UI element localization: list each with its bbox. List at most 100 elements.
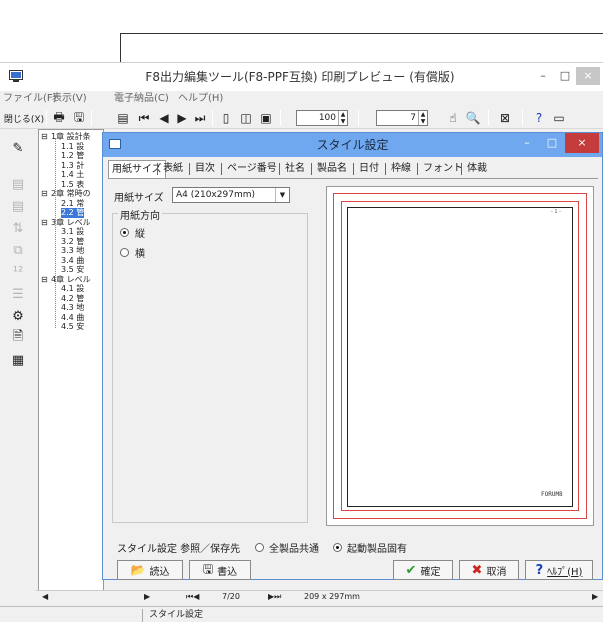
load-button[interactable]: 📂 読込 <box>117 560 183 580</box>
copy-icon[interactable]: ⧉ <box>7 240 29 260</box>
tab-3[interactable]: ページ番号 <box>224 160 280 178</box>
tree-item[interactable]: 4.5 安 <box>61 322 84 332</box>
two-page-icon[interactable]: ◫ <box>238 109 254 127</box>
tree-item[interactable]: 2.2 管 <box>61 208 85 218</box>
tree-item[interactable]: 4.3 地 <box>61 303 84 313</box>
page-nav-last-icon[interactable]: ▶⏭ <box>268 592 281 602</box>
print-icon[interactable]: 🖶 <box>50 109 68 127</box>
radio-portrait[interactable] <box>120 228 129 237</box>
single-page-icon[interactable]: ▯ <box>218 109 234 127</box>
menu-electronic-delivery[interactable]: 電子納品(C) <box>114 91 169 107</box>
cancel-button[interactable]: ✖ 取消 <box>459 560 519 580</box>
scroll-left-icon[interactable]: ◀ <box>42 592 48 601</box>
edit-pen-icon[interactable]: ✎ <box>7 138 29 158</box>
tree-item[interactable]: 3.4 曲 <box>61 256 84 266</box>
help-question-icon: ? <box>535 562 544 578</box>
tree-item[interactable]: 1.3 計 <box>61 161 84 171</box>
chapter-tree[interactable]: 1章 設計条 ⊟ 1.1 設 1.2 管 1.3 計 1.4 土 1.5 表 2章 常時の ⊟ 2… <box>38 129 104 599</box>
tree-item[interactable]: 1章 設計条 <box>51 132 91 142</box>
tree-collapse-icon[interactable]: ⊟ <box>41 275 48 285</box>
tree-item[interactable]: 4.2 管 <box>61 294 84 304</box>
tree-collapse-icon[interactable]: ⊟ <box>41 218 48 228</box>
maximize-button[interactable]: □ <box>556 67 574 85</box>
about-icon[interactable]: ▭ <box>550 109 568 127</box>
tab-separator <box>157 163 158 175</box>
tree-item[interactable]: 2章 常時の <box>51 189 91 199</box>
spin-arrows-icon[interactable]: ▲ ▼ <box>338 111 347 125</box>
tab-separator <box>417 163 418 175</box>
chevron-down-icon[interactable]: ▼ <box>275 188 289 202</box>
tab-1[interactable]: 表紙 <box>160 160 186 178</box>
dialog-close-button[interactable]: × <box>565 133 599 153</box>
close-window-button[interactable]: × <box>576 67 600 85</box>
orientation-landscape[interactable]: 横 <box>120 245 145 260</box>
document-icon[interactable]: 🗎 <box>7 328 29 348</box>
tree-item[interactable]: 3.3 地 <box>61 246 84 256</box>
save-button[interactable]: 🖫 書込 <box>189 560 251 580</box>
help-icon[interactable]: ? <box>530 109 548 127</box>
orientation-portrait[interactable]: 縦 <box>120 225 145 240</box>
style-ref-common[interactable]: 全製品共通 <box>255 540 319 555</box>
ok-button[interactable]: ✔ 確定 <box>393 560 453 580</box>
tree-item[interactable]: 3.1 設 <box>61 227 84 237</box>
settings-icon[interactable]: ⚙ <box>7 306 29 326</box>
menu-view[interactable]: 表示(V) <box>52 91 87 107</box>
tree-item[interactable]: 4章 レベル <box>51 275 91 285</box>
minimize-button[interactable]: – <box>532 67 554 85</box>
tree-item[interactable]: 2.1 常 <box>61 199 84 209</box>
hand-tool-icon[interactable]: ☝ <box>444 109 462 127</box>
tree-item[interactable]: 4.4 曲 <box>61 313 84 323</box>
table-icon[interactable]: ▦ <box>7 350 29 370</box>
radio-product[interactable] <box>333 543 342 552</box>
tab-5[interactable]: 製品名 <box>314 160 350 178</box>
horizontal-scrollbar[interactable]: ◀ ▶ ⏮◀ 7/20 ▶⏭ 209 x 297mm ▶ <box>36 590 603 604</box>
close-preview-button[interactable]: 閉じる(X) <box>3 109 45 127</box>
outline-icon[interactable]: ☰ <box>7 284 29 304</box>
tree-item[interactable]: 3.5 安 <box>61 265 84 275</box>
zoom-icon[interactable]: 🔍 <box>464 109 482 127</box>
menu-file[interactable]: ファイル(F) <box>3 91 57 107</box>
tab-4[interactable]: 社名 <box>282 160 308 178</box>
dialog-minimize-button[interactable]: – <box>515 133 539 153</box>
tree-item[interactable]: 1.4 土 <box>61 170 84 180</box>
last-page-icon[interactable]: ⏭ <box>192 109 208 127</box>
tree-collapse-icon[interactable]: ⊟ <box>41 132 48 142</box>
fit-page-icon[interactable]: ⊠ <box>496 109 514 127</box>
style-ref-product[interactable]: 起動製品固有 <box>333 540 407 555</box>
radio-common[interactable] <box>255 543 264 552</box>
dialog-maximize-button[interactable]: □ <box>541 133 563 153</box>
move-icon[interactable]: ⇅ <box>7 218 29 238</box>
prev-page-icon[interactable]: ◀ <box>156 109 172 127</box>
page-nav-first-icon[interactable]: ⏮◀ <box>186 592 199 602</box>
tree-item[interactable]: 1.2 管 <box>61 151 84 161</box>
next-page-icon[interactable]: ▶ <box>174 109 190 127</box>
preview-content-frame <box>347 207 573 507</box>
renumber-icon[interactable]: ¹² <box>7 262 29 282</box>
insert-icon[interactable]: ▤ <box>7 174 29 194</box>
tab-2[interactable]: 目次 <box>192 160 218 178</box>
style-settings-icon[interactable]: ▤ <box>114 109 132 127</box>
menu-help[interactable]: ヘルプ(H) <box>178 91 223 107</box>
scroll-end-icon[interactable]: ▶ <box>592 592 598 601</box>
tab-7[interactable]: 枠線 <box>388 160 414 178</box>
multi-page-icon[interactable]: ▣ <box>258 109 274 127</box>
tree-item[interactable]: 4.1 設 <box>61 284 84 294</box>
save-icon[interactable]: 🖫 <box>70 109 88 127</box>
tree-collapse-icon[interactable]: ⊟ <box>41 189 48 199</box>
spin-arrows-icon[interactable]: ▲ ▼ <box>418 111 427 125</box>
tab-8[interactable]: フォント <box>420 160 466 178</box>
tab-6[interactable]: 日付 <box>356 160 382 178</box>
zoom-stepper[interactable]: 100 ▲ ▼ <box>296 110 348 126</box>
page-stepper[interactable]: 7 ▲ ▼ <box>376 110 428 126</box>
scroll-right-icon[interactable]: ▶ <box>144 592 150 601</box>
delete-icon[interactable]: ▤ <box>7 196 29 216</box>
paper-size-select[interactable]: A4 (210x297mm) ▼ <box>172 187 290 203</box>
radio-landscape[interactable] <box>120 248 129 257</box>
tree-item[interactable]: 3章 レベル <box>51 218 91 228</box>
help-button[interactable]: ? ﾍﾙﾌﾟ(H) <box>525 560 593 580</box>
tab-9[interactable]: 体裁 <box>464 160 490 178</box>
first-page-icon[interactable]: ⏮ <box>136 109 152 127</box>
tree-item[interactable]: 1.5 表 <box>61 180 84 190</box>
tree-item[interactable]: 3.2 管 <box>61 237 84 247</box>
tree-item[interactable]: 1.1 設 <box>61 142 84 152</box>
